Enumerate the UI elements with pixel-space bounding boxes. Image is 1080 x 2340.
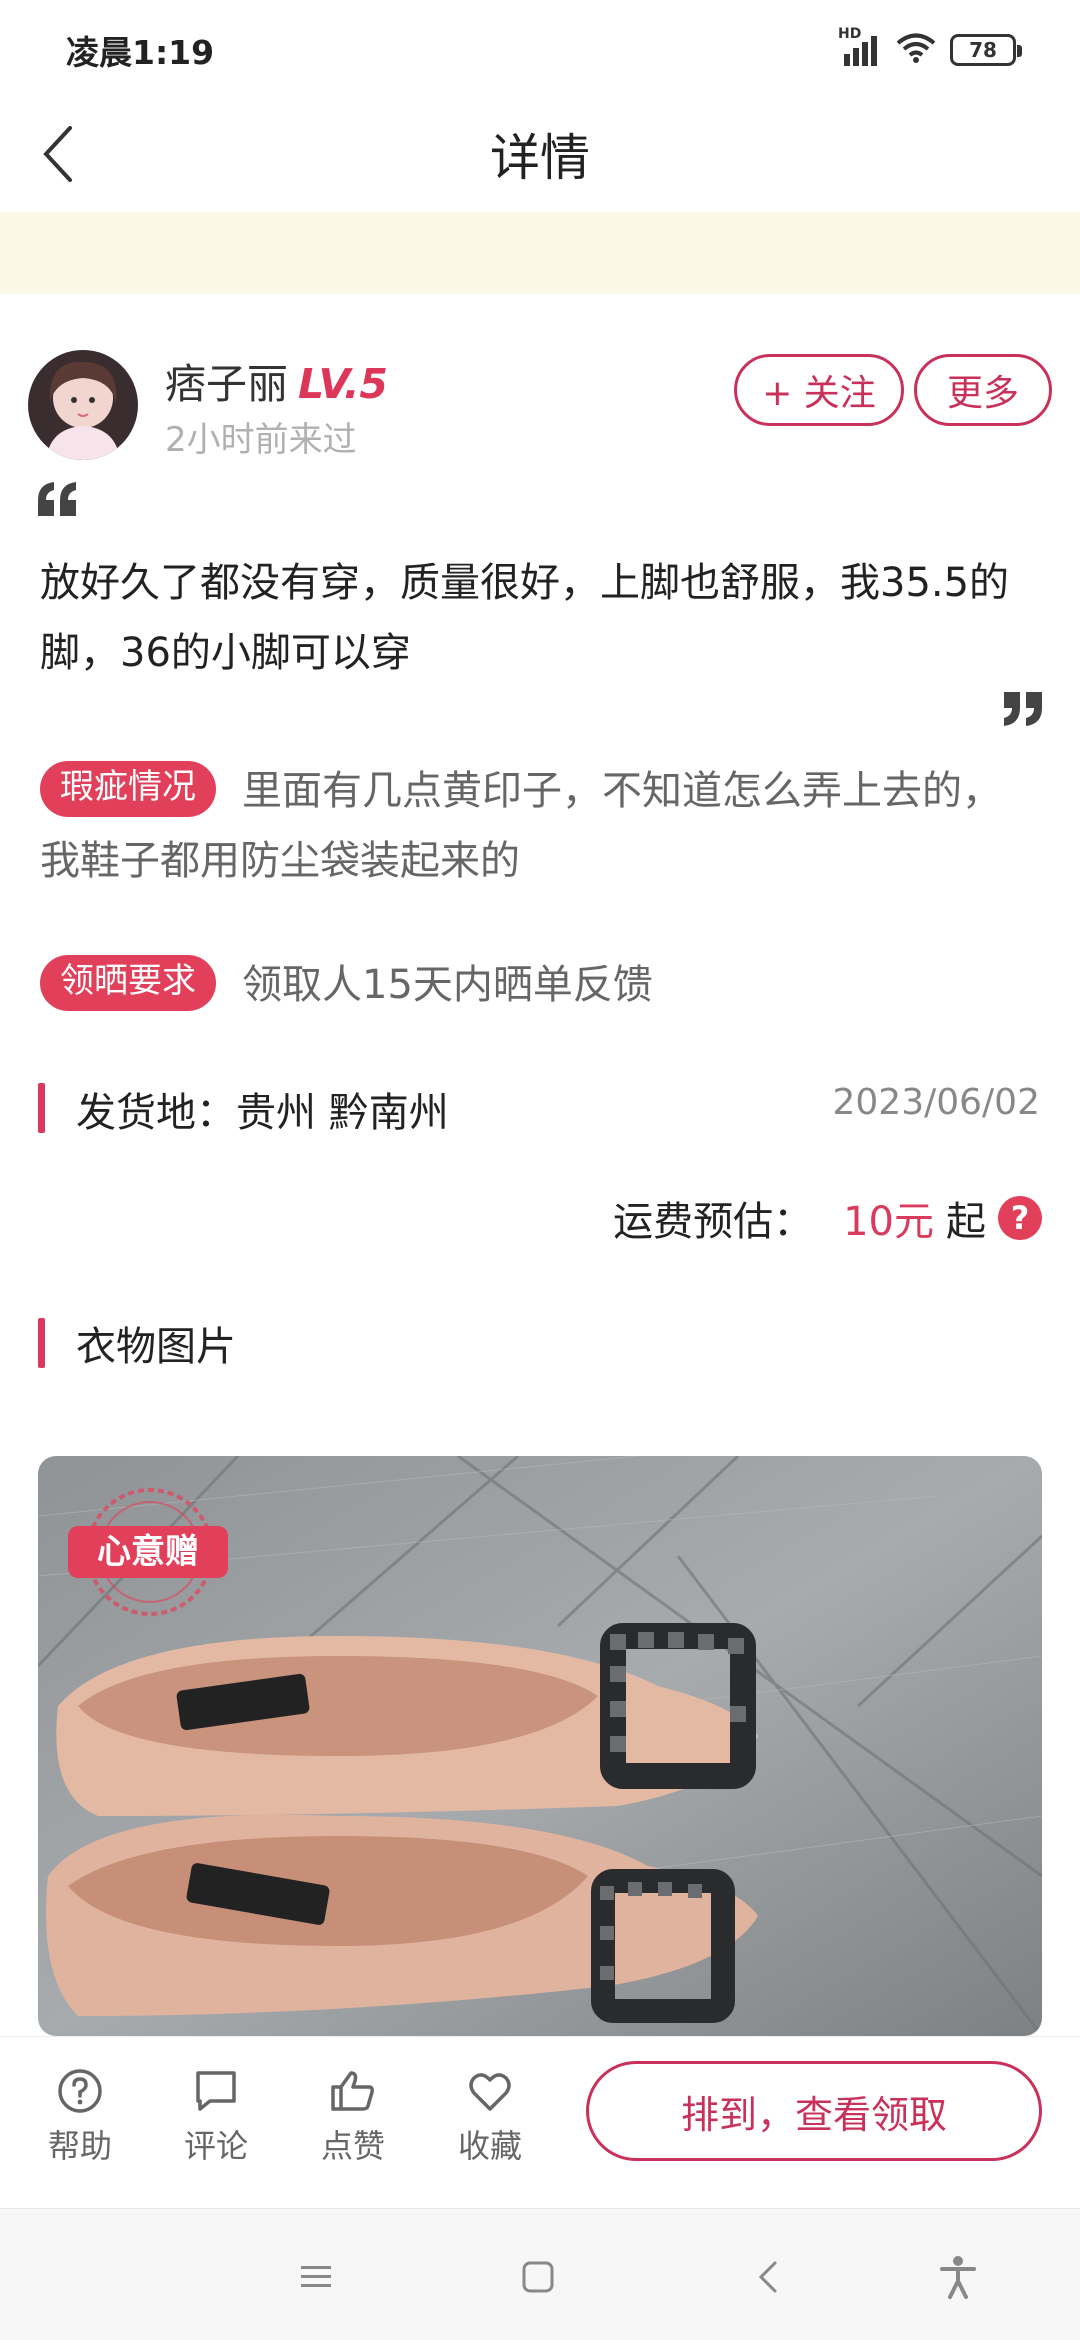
last-seen-text: 2小时前来过 (165, 420, 357, 460)
open-quote-icon (36, 480, 80, 522)
defect-section: 瑕疵情况 里面有几点黄印子，不知道怎么弄上去的，我鞋子都用防尘袋装起来的 (40, 756, 1040, 896)
shipping-help-icon[interactable]: ? (998, 1196, 1042, 1240)
heart-icon (469, 2073, 511, 2111)
status-bar: 凌晨1:19 HD 78 (0, 0, 1080, 96)
ship-from-text: 发货地：贵州 黔南州 (76, 1090, 449, 1136)
photo-section-title: 衣物图片 (76, 1324, 236, 1370)
avatar[interactable] (28, 350, 138, 460)
gift-badge: 心意赠 (68, 1526, 228, 1578)
more-button[interactable]: 更多 (914, 354, 1052, 426)
post-description: 放好久了都没有穿，质量很好，上脚也舒服，我35.5的脚，36的小脚可以穿 (40, 560, 1010, 676)
square-icon (522, 2261, 554, 2293)
triangle-back-icon (758, 2261, 777, 2293)
close-quote-icon (1000, 690, 1044, 732)
favorite-label: 收藏 (457, 2127, 522, 2165)
accessibility-button[interactable] (928, 2247, 988, 2307)
user-name-line: 痞子丽 LV.5 (165, 350, 388, 410)
signal-icon: HD (838, 26, 882, 66)
defect-tag: 瑕疵情况 (40, 761, 216, 817)
favorite-button[interactable]: 收藏 (442, 2067, 538, 2167)
like-label: 点赞 (320, 2127, 385, 2165)
battery-icon: 78 (950, 34, 1022, 66)
follow-button[interactable]: + 关注 (734, 354, 904, 426)
requirement-section: 领晒要求 领取人15天内晒单反馈 (40, 950, 1040, 1020)
header: 详情 (0, 96, 1080, 212)
shipping-estimate: 运费预估： 10元 起 ? (613, 1190, 1042, 1246)
comment-icon (196, 2071, 236, 2111)
action-bar: 帮助 评论 点赞 收藏 排到，查看领取 (0, 2036, 1080, 2208)
shipping-label: 运费预估： (613, 1199, 814, 1245)
shipping-suffix: 起 (946, 1199, 986, 1245)
shipping-price: 10元 (843, 1199, 934, 1245)
home-nav-button[interactable] (508, 2247, 568, 2307)
menu-icon (301, 2266, 331, 2287)
comment-label: 评论 (183, 2127, 248, 2165)
accessibility-icon (940, 2256, 976, 2299)
user-level-badge: LV.5 (298, 360, 388, 408)
post-date: 2023/06/02 (832, 1082, 1041, 1123)
section-marker (38, 1318, 45, 1368)
comment-button[interactable]: 评论 (168, 2067, 264, 2167)
status-time: 凌晨1:19 (66, 33, 215, 72)
page-title: 详情 (490, 129, 590, 187)
help-label: 帮助 (47, 2127, 112, 2165)
help-button[interactable]: 帮助 (32, 2067, 128, 2167)
requirement-tag: 领晒要求 (40, 955, 216, 1011)
requirement-text: 领取人15天内晒单反馈 (242, 962, 653, 1008)
section-marker (38, 1083, 45, 1133)
back-nav-button[interactable] (738, 2247, 798, 2307)
status-icons: HD 78 (838, 26, 1022, 70)
notice-banner (0, 212, 1080, 294)
thumbs-up-icon (331, 2071, 374, 2111)
menu-nav-button[interactable] (286, 2247, 346, 2307)
user-name[interactable]: 痞子丽 (165, 360, 288, 408)
like-button[interactable]: 点赞 (305, 2067, 401, 2167)
wifi-icon (896, 32, 936, 68)
help-icon (58, 2069, 102, 2113)
system-nav-bar (0, 2208, 1080, 2340)
claim-button[interactable]: 排到，查看领取 (586, 2061, 1042, 2161)
